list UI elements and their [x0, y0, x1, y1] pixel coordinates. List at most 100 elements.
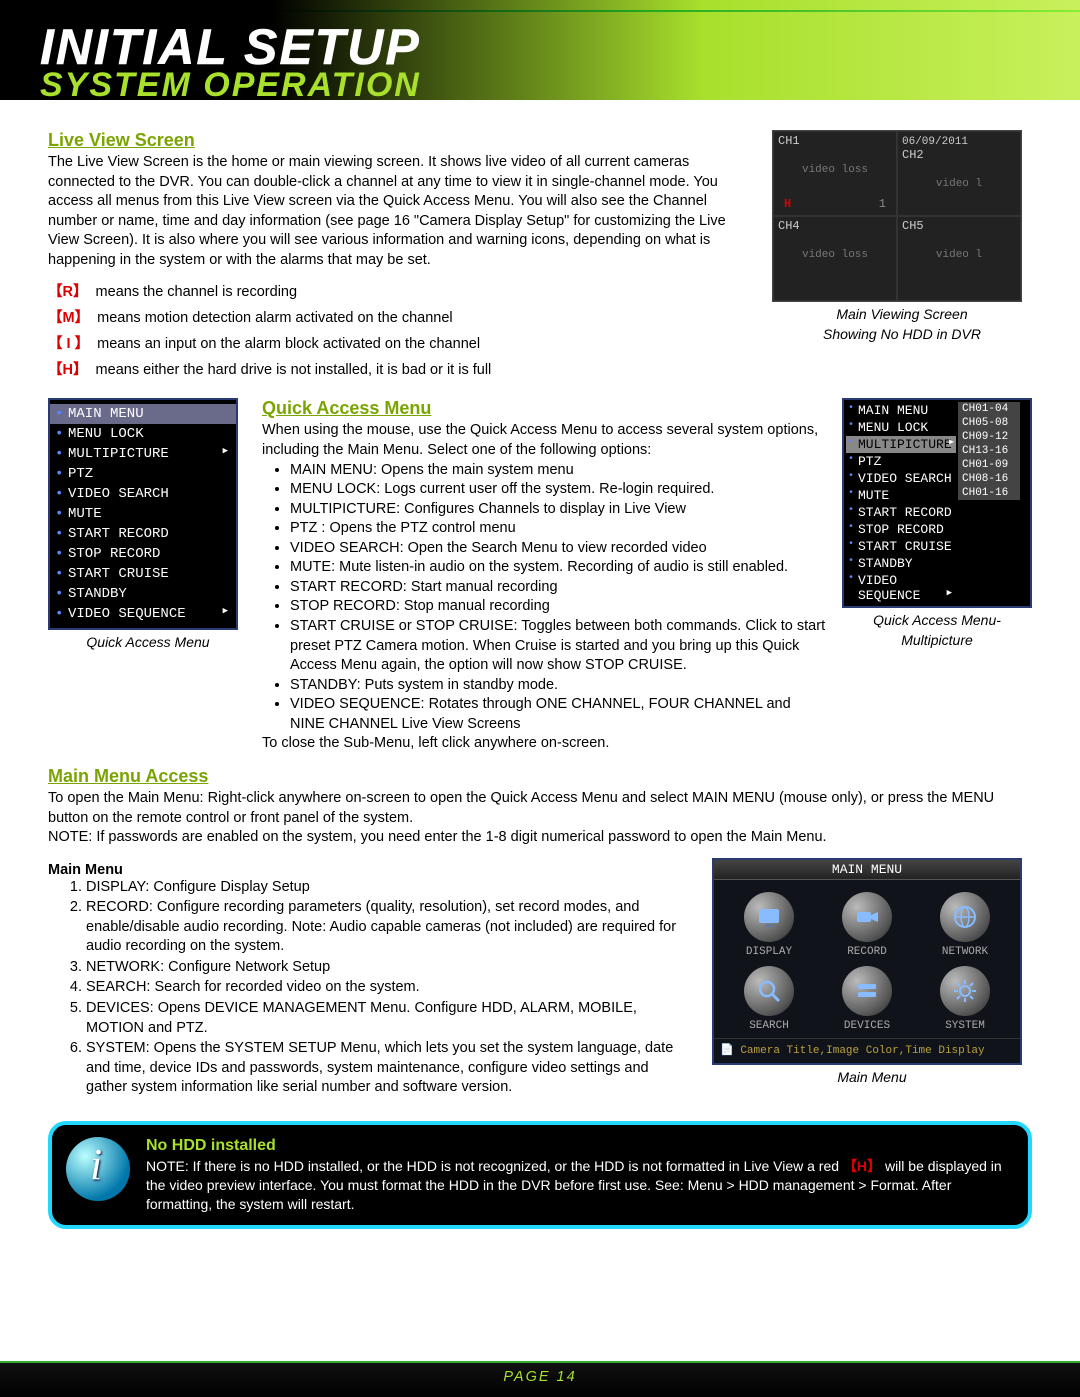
qam-multipicture-thumb: MAIN MENU MENU LOCK MULTIPICTURE PTZ VID…: [842, 398, 1032, 608]
thumb-h-icon: H: [784, 197, 791, 211]
qa-b0: MAIN MENU: Opens the main system menu: [290, 461, 828, 481]
qam-left-caption: Quick Access Menu: [48, 634, 248, 650]
quick-access-bullets: MAIN MENU: Opens the main system menu ME…: [290, 461, 828, 735]
mm-thumb-footer: 📄 Camera Title,Image Color,Time Display: [714, 1038, 1020, 1063]
mm-li-4: DEVICES: Opens DEVICE MANAGEMENT Menu. C…: [86, 999, 692, 1038]
legend-r-sym: 【R】: [48, 284, 87, 300]
qa-b9: STANDBY: Puts system in standby mode.: [290, 676, 828, 696]
qa-b3: PTZ : Opens the PTZ control menu: [290, 519, 828, 539]
mm-item-record: RECORD: [842, 892, 892, 958]
thumb-one: 1: [879, 197, 886, 211]
devices-icon: [842, 966, 892, 1016]
main-menu-list: DISPLAY: Configure Display Setup RECORD:…: [82, 878, 692, 1098]
mm-li-0: DISPLAY: Configure Display Setup: [86, 878, 692, 898]
qam-item-mainmenu: MAIN MENU: [50, 404, 236, 424]
network-icon: [940, 892, 990, 942]
gear-icon: [940, 966, 990, 1016]
mm-li-1: RECORD: Configure recording parameters (…: [86, 898, 692, 957]
qr-3: PTZ: [846, 453, 956, 470]
main-menu-heading: Main Menu Access: [48, 766, 1032, 787]
info-icon: [66, 1137, 130, 1201]
thumb-ch5: CH5: [902, 219, 924, 233]
qam-item-standby: STANDBY: [50, 584, 236, 604]
live-thumb-caption1: Main Viewing Screen: [772, 306, 1032, 322]
live-view-heading: Live View Screen: [48, 130, 752, 151]
qr-7: STOP RECORD: [846, 521, 956, 538]
icon-legend: 【R】 means the channel is recording 【M】 m…: [48, 280, 752, 379]
mm-item-search: SEARCH: [744, 966, 794, 1032]
mm-li-3: SEARCH: Search for recorded video on the…: [86, 978, 692, 998]
thumb-loss1: video loss: [778, 164, 892, 176]
live-thumb-caption2: Showing No HDD in DVR: [772, 326, 1032, 342]
qs-5: CH08-16: [958, 472, 1020, 486]
legend-i-txt: means an input on the alarm block activa…: [97, 336, 480, 352]
qs-3: CH13-16: [958, 444, 1020, 458]
mm-item-display: DISPLAY: [744, 892, 794, 958]
page-number: PAGE 14: [503, 1369, 576, 1385]
qa-b2: MULTIPICTURE: Configures Channels to dis…: [290, 500, 828, 520]
display-icon: [744, 892, 794, 942]
qs-0: CH01-04: [958, 402, 1020, 416]
mm-li-5: SYSTEM: Opens the SYSTEM SETUP Menu, whi…: [86, 1039, 692, 1098]
legend-m-sym: 【M】: [48, 310, 89, 326]
search-icon: [744, 966, 794, 1016]
mm-thumb-title: MAIN MENU: [714, 860, 1020, 880]
qam-item-ptz: PTZ: [50, 464, 236, 484]
qr-1: MENU LOCK: [846, 419, 956, 436]
legend-h-txt: means either the hard drive is not insta…: [96, 362, 492, 378]
qa-b4: VIDEO SEARCH: Open the Search Menu to vi…: [290, 539, 828, 559]
qr-8: START CRUISE: [846, 538, 956, 555]
mm-item-network: NETWORK: [940, 892, 990, 958]
note-h-sym: 【H】: [843, 1158, 881, 1174]
qa-b10: VIDEO SEQUENCE: Rotates through ONE CHAN…: [290, 695, 828, 734]
qs-1: CH05-08: [958, 416, 1020, 430]
no-hdd-note: No HDD installed NOTE: If there is no HD…: [48, 1121, 1032, 1230]
qam-item-videoseq: VIDEO SEQUENCE: [50, 604, 236, 624]
quick-access-heading: Quick Access Menu: [262, 398, 828, 419]
qr-2: MULTIPICTURE: [846, 436, 956, 453]
header-bar: INITIAL SETUP SYSTEM OPERATION: [0, 0, 1080, 100]
qr-5: MUTE: [846, 487, 956, 504]
mm-item-devices: DEVICES: [842, 966, 892, 1032]
qa-b7: STOP RECORD: Stop manual recording: [290, 597, 828, 617]
live-view-thumbnail: CH1video lossH1 06/09/2011CH2video l CH4…: [772, 130, 1022, 302]
qa-b5: MUTE: Mute listen-in audio on the system…: [290, 558, 828, 578]
qam-item-stoprec: STOP RECORD: [50, 544, 236, 564]
qr-9: STANDBY: [846, 555, 956, 572]
mm-li-2: NETWORK: Configure Network Setup: [86, 958, 692, 978]
legend-r-txt: means the channel is recording: [96, 284, 298, 300]
qam-item-startcruise: START CRUISE: [50, 564, 236, 584]
legend-i-sym: 【 I 】: [48, 336, 89, 352]
note-body: NOTE: If there is no HDD installed, or t…: [146, 1157, 1010, 1214]
qr-10: VIDEO SEQUENCE▶: [846, 572, 956, 604]
quick-access-menu-thumb: MAIN MENU MENU LOCK MULTIPICTURE PTZ VID…: [48, 398, 238, 630]
page-subtitle: SYSTEM OPERATION: [40, 66, 421, 105]
record-icon: [842, 892, 892, 942]
mm-item-system: SYSTEM: [940, 966, 990, 1032]
qr-6: START RECORD: [846, 504, 956, 521]
thumb-loss4: video loss: [778, 249, 892, 261]
page-footer: PAGE 14: [0, 1361, 1080, 1397]
main-menu-para1: To open the Main Menu: Right-click anywh…: [48, 789, 1032, 828]
thumb-loss5: video l: [902, 249, 1016, 261]
qam-item-videosearch: VIDEO SEARCH: [50, 484, 236, 504]
quick-access-close: To close the Sub-Menu, left click anywhe…: [262, 734, 828, 754]
qs-4: CH01-09: [958, 458, 1020, 472]
live-view-para: The Live View Screen is the home or main…: [48, 153, 752, 270]
main-menu-para2: NOTE: If passwords are enabled on the sy…: [48, 828, 1032, 848]
qam-item-menulock: MENU LOCK: [50, 424, 236, 444]
qa-b8: START CRUISE or STOP CRUISE: Toggles bet…: [290, 617, 828, 676]
qam-right-caption2: Multipicture: [842, 632, 1032, 648]
qam-item-mute: MUTE: [50, 504, 236, 524]
qs-2: CH09-12: [958, 430, 1020, 444]
qa-b1: MENU LOCK: Logs current user off the sys…: [290, 480, 828, 500]
qr-4: VIDEO SEARCH: [846, 470, 956, 487]
qa-b6: START RECORD: Start manual recording: [290, 578, 828, 598]
qam-item-startrec: START RECORD: [50, 524, 236, 544]
legend-h-sym: 【H】: [48, 362, 87, 378]
thumb-ch1: CH1: [778, 134, 800, 148]
page-body: Live View Screen The Live View Screen is…: [0, 100, 1080, 1229]
qr-0: MAIN MENU: [846, 402, 956, 419]
thumb-ch2: CH2: [902, 148, 924, 162]
header-stripe: [0, 10, 1080, 12]
